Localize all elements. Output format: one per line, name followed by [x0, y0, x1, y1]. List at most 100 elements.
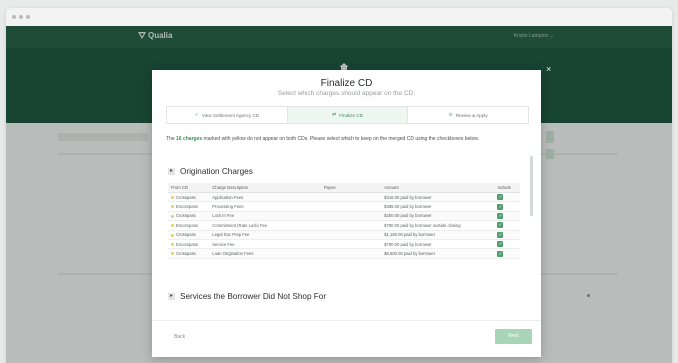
include-checkbox[interactable]: ✓ [497, 241, 504, 248]
cell-include: ✓ [494, 230, 520, 240]
step-finalize-cd[interactable]: ⇄ Finalize CD [287, 107, 409, 123]
modal-subtitle: Select which charges should appear on th… [277, 90, 416, 97]
cell-include: ✓ [494, 220, 520, 231]
collapse-toggle-icon[interactable]: ▸ [168, 293, 175, 300]
modal-title: Finalize CD [320, 78, 373, 89]
back-button[interactable]: Back [174, 334, 185, 340]
from-cd-text: Encompass [176, 222, 198, 228]
charges-count-link[interactable]: 16 charges [176, 136, 202, 142]
table-row: Encompass Processing Fees $385.00 paid b… [168, 201, 520, 212]
include-checkbox[interactable]: ✓ [497, 212, 504, 219]
table-row: Crosspass Legal Doc Prep Fee $1,160.00 p… [168, 230, 520, 240]
from-cd-text: Crosspass [176, 213, 196, 219]
column-header-description: Charge Description [209, 183, 321, 193]
cell-amount: $790.00 paid by borrower [381, 239, 495, 250]
mismatch-dot-icon [171, 252, 174, 256]
cell-description: Commitment (Rate Lock) Fee [209, 220, 321, 231]
mismatch-dot-icon [171, 243, 174, 247]
window-close-dot[interactable] [12, 15, 16, 19]
include-checkbox[interactable]: ✓ [497, 250, 504, 257]
step-label: Finalize CD [339, 112, 363, 118]
check-icon: ✓ [194, 112, 199, 118]
cell-amount: $250.00 paid by borrower [381, 211, 495, 222]
cell-from-cd: Crosspass [168, 230, 210, 240]
cell-from-cd: Encompass [168, 220, 210, 231]
cell-include: ✓ [494, 248, 520, 259]
mouse-cursor [587, 294, 590, 297]
cell-amount: $316.00 paid by borrower [381, 192, 495, 203]
next-button[interactable]: Next [495, 329, 532, 344]
section-services-not-shopped[interactable]: ▸ Services the Borrower Did Not Shop For [168, 292, 326, 301]
cell-amount: $385.00 paid by borrower [381, 201, 495, 212]
target-icon: ⊙ [448, 112, 453, 118]
cell-from-cd: Crosspass [168, 248, 210, 259]
mismatch-dot-icon [171, 214, 174, 218]
mismatch-dot-icon [171, 233, 174, 237]
cell-payee [320, 211, 382, 222]
step-label: View Settlement Agency CD [201, 112, 260, 118]
note-suffix: marked with yellow do not appear on both… [202, 136, 479, 142]
cell-payee [320, 248, 382, 259]
step-label: Review & Apply [455, 112, 488, 118]
note-prefix: The [166, 136, 177, 142]
cell-payee [320, 230, 382, 240]
window-zoom-dot[interactable] [26, 15, 30, 19]
from-cd-text: Crosspass [176, 232, 196, 238]
cell-payee [320, 192, 382, 203]
charges-table: From CD Charge Description Payee Amount … [168, 183, 520, 259]
collapse-toggle-icon[interactable]: ▸ [168, 168, 175, 175]
column-header-amount: Amount [381, 183, 495, 193]
mismatch-dot-icon [171, 224, 174, 228]
cell-amount: $8,600.00 paid by borrower [381, 248, 495, 259]
include-checkbox[interactable]: ✓ [497, 203, 504, 210]
section-origination-charges[interactable]: ▸ Origination Charges [168, 167, 253, 176]
window-chrome [6, 8, 672, 27]
from-cd-text: Encompass [176, 204, 198, 210]
cell-from-cd: Crosspass [168, 211, 210, 222]
finalize-cd-modal: Finalize CD Select which charges should … [152, 70, 541, 357]
section-title: Origination Charges [180, 167, 253, 176]
section-title: Services the Borrower Did Not Shop For [180, 292, 327, 301]
column-header-payee: Payee [320, 183, 382, 193]
cell-description: Lock In Fee [209, 211, 321, 222]
table-row: Crosspass Loan Origination Fees $8,600.0… [168, 248, 520, 259]
cell-from-cd: Encompass [168, 201, 210, 212]
step-review-apply[interactable]: ⊙ Review & Apply [408, 107, 528, 123]
cell-description: Processing Fees [209, 201, 321, 212]
cell-description: Service Fee [209, 239, 321, 250]
from-cd-text: Crosspass [176, 194, 196, 200]
cell-payee [320, 220, 382, 231]
cell-amount: $1,160.00 paid by borrower [381, 230, 495, 240]
window-minimize-dot[interactable] [19, 15, 23, 19]
step-view-settlement-cd[interactable]: ✓ View Settlement Agency CD [167, 107, 288, 123]
wizard-steps: ✓ View Settlement Agency CD ⇄ Finalize C… [166, 106, 529, 124]
cell-include: ✓ [494, 201, 520, 212]
column-header-from-cd: From CD [168, 183, 210, 193]
modal-scrollbar[interactable] [530, 156, 533, 216]
include-checkbox[interactable]: ✓ [497, 222, 504, 229]
cell-include: ✓ [494, 239, 520, 250]
desktop: Qualia Kristin Lampton ⌄ × Finalize CD S… [0, 0, 678, 363]
table-row: Encompass Commitment (Rate Lock) Fee $79… [168, 220, 520, 231]
merge-icon: ⇄ [332, 112, 337, 118]
cell-include: ✓ [494, 192, 520, 203]
mismatch-dot-icon [171, 205, 174, 209]
cell-from-cd: Crosspass [168, 192, 210, 203]
from-cd-text: Encompass [176, 241, 198, 247]
cell-description: Legal Doc Prep Fee [209, 230, 321, 240]
cell-description: Loan Origination Fees [209, 248, 321, 259]
cell-payee [320, 239, 382, 250]
from-cd-text: Crosspass [176, 251, 196, 257]
table-row: Encompass Service Fee $790.00 paid by bo… [168, 239, 520, 250]
instructions-text: The 16 charges marked with yellow do not… [166, 136, 516, 143]
table-row: Crosspass Application Fees $316.00 paid … [168, 192, 520, 203]
table-header-row: From CD Charge Description Payee Amount … [168, 183, 520, 193]
include-checkbox[interactable]: ✓ [497, 231, 504, 238]
cell-include: ✓ [494, 211, 520, 222]
column-header-include: Include [494, 183, 520, 193]
cell-amount: $790.00 paid by borrower outside closing [381, 220, 495, 231]
cell-from-cd: Encompass [168, 239, 210, 250]
include-checkbox[interactable]: ✓ [497, 194, 504, 201]
modal-close-button[interactable]: × [546, 64, 551, 74]
modal-footer: Back Next [152, 320, 541, 358]
